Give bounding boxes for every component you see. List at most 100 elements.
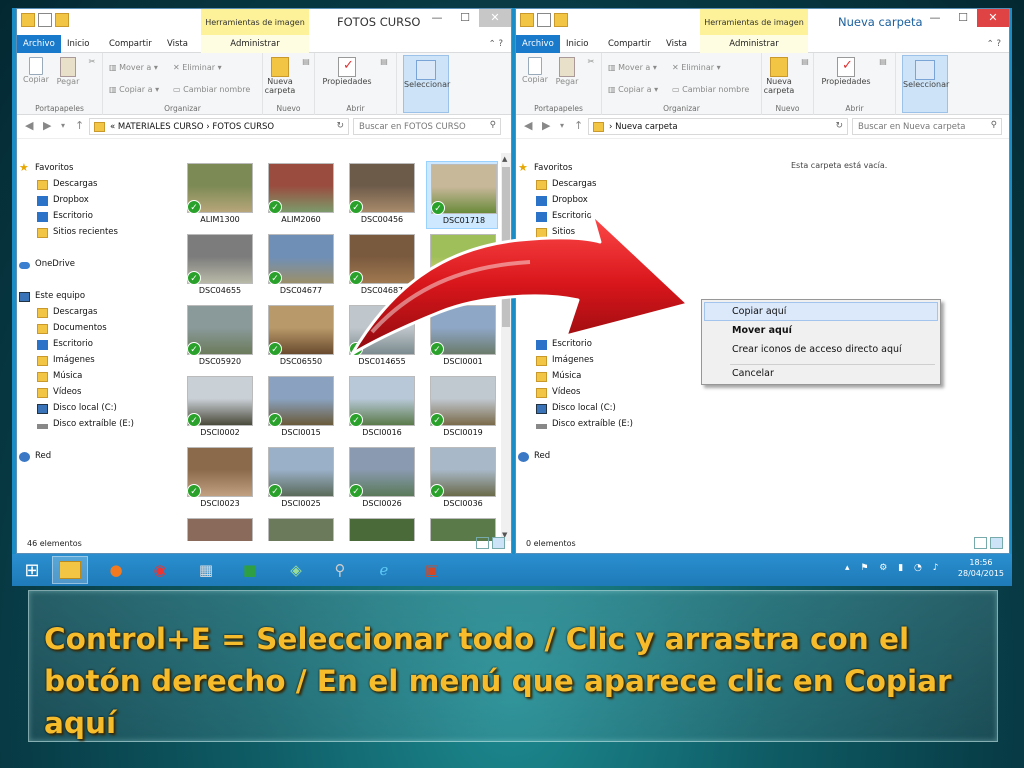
breadcrumb-segment[interactable]: Nueva carpeta xyxy=(615,122,677,132)
paste-button[interactable]: Pegar xyxy=(53,57,83,86)
file-tile[interactable]: ✓ DSC01718 xyxy=(426,161,498,229)
close-button[interactable]: ✕ xyxy=(479,9,511,27)
menu-item-copy-here[interactable]: Copiar aquí xyxy=(732,306,786,317)
checkmark-icon[interactable]: ✓ xyxy=(187,413,201,427)
nav-item[interactable]: Sitios recientes xyxy=(37,227,118,238)
copy-to-button[interactable]: ▥ Copiar a ▾ xyxy=(109,85,159,94)
cut-icon[interactable]: ✂ xyxy=(85,57,99,66)
refresh-icon[interactable]: ↻ xyxy=(835,121,843,131)
nav-item[interactable]: Vídeos xyxy=(37,387,81,398)
checkmark-icon[interactable]: ✓ xyxy=(268,271,282,285)
file-explorer-taskbar-icon[interactable] xyxy=(52,556,88,584)
move-to-button[interactable]: ▥ Mover a ▾ xyxy=(109,63,158,72)
checkmark-icon[interactable]: ✓ xyxy=(430,413,444,427)
copy-button[interactable]: Copiar xyxy=(520,57,550,84)
details-view-icon[interactable] xyxy=(974,537,987,549)
maximize-button[interactable]: ☐ xyxy=(949,9,977,27)
nav-item[interactable]: Imágenes xyxy=(536,355,594,366)
nav-item[interactable]: Escritorio xyxy=(37,211,93,222)
tab-administrar[interactable]: Administrar xyxy=(700,35,808,53)
ribbon-expand-icon[interactable]: ⌃ ? xyxy=(987,39,1001,49)
menu-item-move-here[interactable]: Mover aquí xyxy=(732,325,792,336)
checkmark-icon[interactable]: ✓ xyxy=(187,484,201,498)
nav-item[interactable]: Descargas xyxy=(37,307,97,318)
ribbon-expand-icon[interactable]: ⌃ ? xyxy=(489,39,503,49)
tab-administrar[interactable]: Administrar xyxy=(201,35,309,53)
copy-to-button[interactable]: ▥ Copiar a ▾ xyxy=(608,85,658,94)
recent-dropdown-icon[interactable]: ▾ xyxy=(61,121,65,130)
nav-onedrive[interactable]: OneDrive xyxy=(19,259,75,269)
back-icon[interactable]: ◀ xyxy=(524,119,532,132)
nav-item[interactable]: Descargas xyxy=(536,179,596,190)
file-tile[interactable]: ✓ DSCI0016 xyxy=(345,374,417,442)
address-bar[interactable]: › Nueva carpeta ↻ xyxy=(588,118,848,135)
nav-item[interactable]: Disco local (C:) xyxy=(536,403,616,414)
nav-item[interactable]: Escritorio xyxy=(37,339,93,350)
file-tile[interactable]: ✓ DSCI0015 xyxy=(264,374,336,442)
tab-vista[interactable]: Vista xyxy=(666,39,687,49)
nav-item[interactable]: Descargas xyxy=(37,179,97,190)
nav-item[interactable]: Imágenes xyxy=(37,355,95,366)
back-icon[interactable]: ◀ xyxy=(25,119,33,132)
file-tile[interactable]: ✓ ALIM1300 xyxy=(183,161,255,229)
calculator-taskbar-icon[interactable]: ▦ xyxy=(188,556,224,584)
checkmark-icon[interactable]: ✓ xyxy=(268,200,282,214)
recent-dropdown-icon[interactable]: ▾ xyxy=(560,121,564,130)
clock[interactable]: 18:56 28/04/2015 xyxy=(958,557,1004,579)
new-item-icon[interactable]: ▤ xyxy=(798,57,812,66)
checkmark-icon[interactable]: ✓ xyxy=(187,271,201,285)
search-icon[interactable]: ⚲ xyxy=(991,120,997,130)
file-tile[interactable]: ✓ DSCI0023 xyxy=(183,445,255,513)
new-folder-icon[interactable] xyxy=(554,13,568,27)
nav-item[interactable]: Música xyxy=(536,371,581,382)
internet-explorer-taskbar-icon[interactable]: ℯ xyxy=(366,556,402,584)
checkmark-icon[interactable]: ✓ xyxy=(349,484,363,498)
tab-inicio[interactable]: Inicio xyxy=(67,39,90,49)
nav-item[interactable]: Dropbox xyxy=(536,195,588,206)
up-icon[interactable]: ↑ xyxy=(574,119,583,132)
close-button[interactable]: ✕ xyxy=(977,9,1009,27)
app-taskbar-icon[interactable]: ◈ xyxy=(278,556,314,584)
checkmark-icon[interactable]: ✓ xyxy=(349,200,363,214)
checkmark-icon[interactable]: ✓ xyxy=(349,342,363,356)
scroll-thumb[interactable] xyxy=(502,167,510,327)
nav-item[interactable]: Música xyxy=(37,371,82,382)
copy-button[interactable]: Copiar xyxy=(21,57,51,84)
nav-network[interactable]: Red xyxy=(19,451,51,462)
nav-item[interactable]: Disco extraíble (E:) xyxy=(37,419,134,429)
checkmark-icon[interactable]: ✓ xyxy=(430,342,444,356)
nav-item[interactable]: Sitios xyxy=(536,227,575,238)
search-input[interactable]: Buscar en Nueva carpeta ⚲ xyxy=(852,118,1002,135)
file-tile[interactable]: ✓ ALIM2060 xyxy=(264,161,336,229)
properties-icon[interactable] xyxy=(537,13,551,27)
magnifier-taskbar-icon[interactable]: ⚲ xyxy=(322,556,358,584)
nav-this-pc[interactable]: Este equipo xyxy=(19,291,85,302)
file-tile[interactable]: ✓ DSC014655 xyxy=(345,303,417,371)
address-bar[interactable]: « MATERIALES CURSO › FOTOS CURSO ↻ xyxy=(89,118,349,135)
nav-network[interactable]: Red xyxy=(518,451,550,462)
nav-favorites[interactable]: ★ Favoritos xyxy=(19,161,73,174)
folder-icon[interactable] xyxy=(21,13,35,27)
tab-archivo[interactable]: Archivo xyxy=(516,35,560,53)
maximize-button[interactable]: ☐ xyxy=(451,9,479,27)
nav-item[interactable]: Dropbox xyxy=(37,195,89,206)
checkmark-icon[interactable]: ✓ xyxy=(349,413,363,427)
file-tile[interactable]: ✓ DSCI0019 xyxy=(426,374,498,442)
select-button[interactable]: Seleccionar xyxy=(403,55,450,113)
file-tile[interactable]: ✓ DSC06550 xyxy=(264,303,336,371)
large-icons-view-icon[interactable] xyxy=(990,537,1003,549)
checkmark-icon[interactable]: ✓ xyxy=(349,271,363,285)
nav-item[interactable]: Documentos xyxy=(37,323,107,334)
system-tray-icons[interactable]: ▴ ⚑ ⚙ ▮ ◔ ♪ xyxy=(845,563,943,573)
delete-button[interactable]: ✕ Eliminar ▾ xyxy=(672,63,721,72)
nav-item[interactable]: Disco local (C:) xyxy=(37,403,117,414)
file-tile[interactable]: ✓ DSC00456 xyxy=(345,161,417,229)
refresh-icon[interactable]: ↻ xyxy=(336,121,344,131)
file-tile[interactable]: ✓ DSC04655 xyxy=(183,232,255,300)
new-folder-button[interactable]: Nueva carpeta xyxy=(263,57,297,95)
file-tile[interactable]: ✓ DSCI0036 xyxy=(426,445,498,513)
large-icons-view-icon[interactable] xyxy=(492,537,505,549)
scroll-up-icon[interactable]: ▲ xyxy=(502,155,507,163)
menu-item-cancel[interactable]: Cancelar xyxy=(732,368,774,379)
checkmark-icon[interactable]: ✓ xyxy=(268,342,282,356)
